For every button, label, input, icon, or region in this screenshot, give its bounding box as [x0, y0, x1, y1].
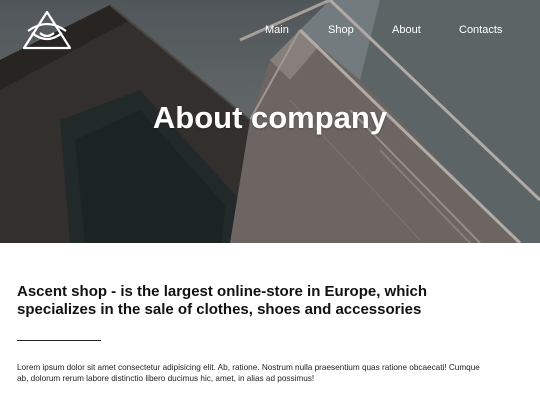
page-title: About company — [152, 100, 388, 135]
nav-link-about[interactable]: About — [392, 22, 421, 38]
section-divider — [17, 340, 101, 341]
company-description: Lorem ipsum dolor sit amet consectetur a… — [17, 363, 480, 383]
nav-link-shop[interactable]: Shop — [328, 22, 354, 38]
main-navigation: Main Shop About Contacts — [0, 22, 540, 38]
company-headline: Ascent shop - is the largest online-stor… — [17, 283, 428, 318]
nav-link-main[interactable]: Main — [265, 22, 289, 38]
nav-link-contacts[interactable]: Contacts — [459, 22, 502, 38]
hero-banner: Main Shop About Contacts About company — [0, 0, 540, 243]
